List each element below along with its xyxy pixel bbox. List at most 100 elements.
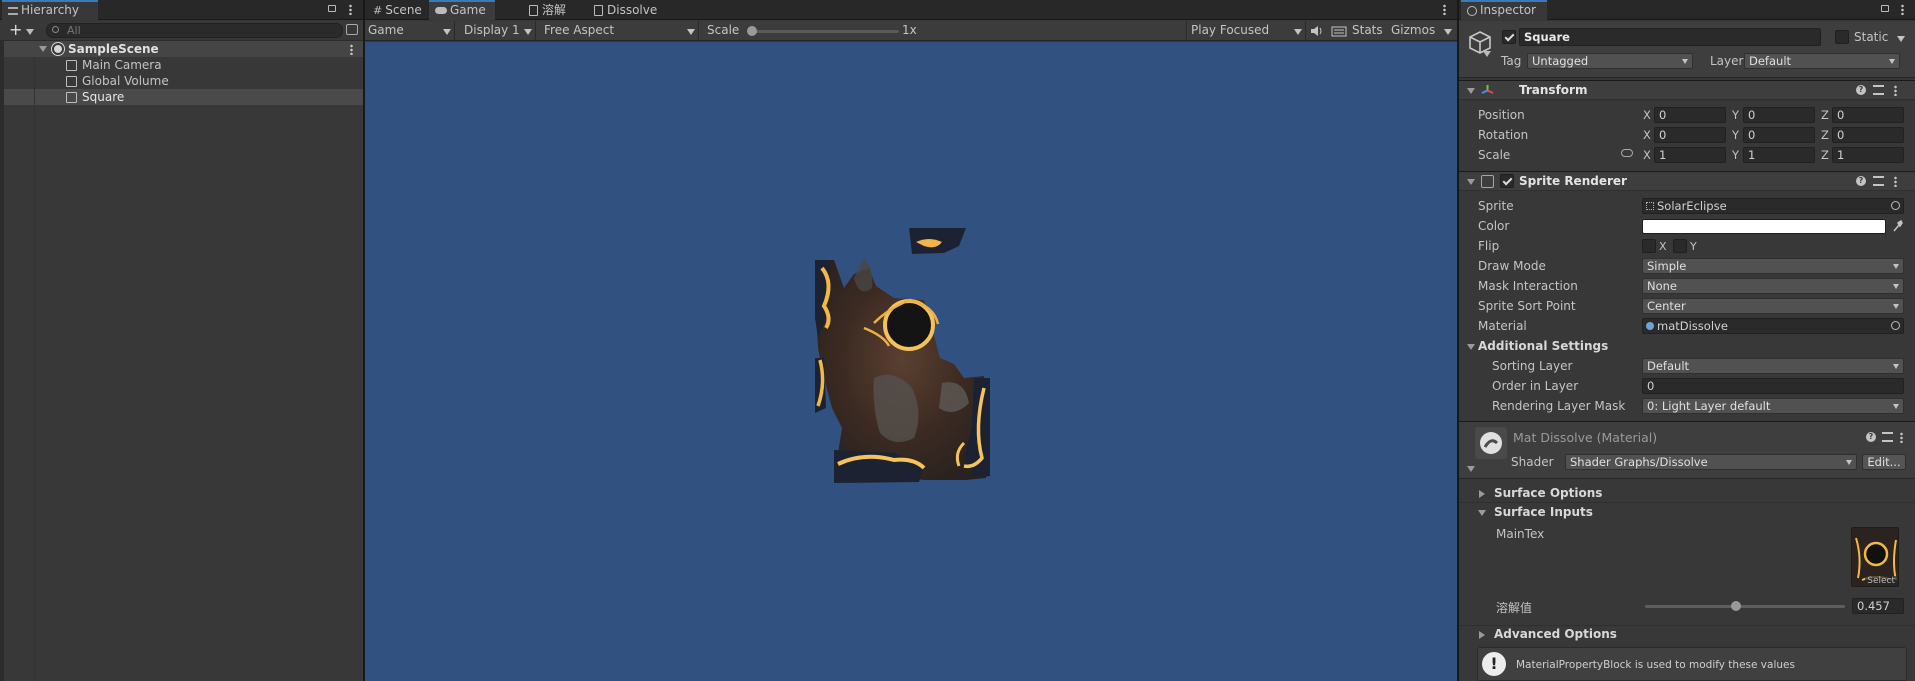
gamepad-icon bbox=[435, 7, 447, 14]
position-y-field[interactable]: 0 bbox=[1743, 107, 1815, 123]
view-mode-dropdown[interactable]: Game bbox=[365, 21, 455, 41]
advanced-options-header[interactable]: Advanced Options bbox=[1459, 625, 1915, 643]
foldout-icon[interactable] bbox=[1467, 179, 1475, 185]
sprite-renderer-icon bbox=[1481, 175, 1494, 188]
help-icon[interactable]: ? bbox=[1866, 432, 1876, 442]
scene-expand-icon[interactable] bbox=[39, 46, 47, 52]
tab-dissolve[interactable]: Dissolve bbox=[588, 0, 668, 20]
material-object-field[interactable]: matDissolve bbox=[1642, 318, 1904, 334]
preset-icon[interactable] bbox=[1873, 176, 1884, 186]
object-picker-icon[interactable] bbox=[1891, 201, 1900, 210]
more-icon[interactable] bbox=[349, 4, 352, 15]
stats-button[interactable]: Stats bbox=[1352, 23, 1383, 37]
rotation-y-field[interactable]: 0 bbox=[1743, 127, 1815, 143]
layer-dropdown[interactable]: Default bbox=[1744, 53, 1900, 69]
scene-more-icon[interactable] bbox=[350, 44, 353, 55]
eyedropper-icon[interactable] bbox=[1893, 219, 1903, 232]
object-name-field[interactable]: Square bbox=[1519, 28, 1821, 46]
constrain-proportions-icon[interactable] bbox=[1621, 149, 1633, 157]
rotation-z-field[interactable]: 0 bbox=[1832, 127, 1904, 143]
help-icon[interactable]: ? bbox=[1856, 176, 1866, 186]
component-more-icon[interactable] bbox=[1894, 85, 1897, 96]
rotation-x-field[interactable]: 0 bbox=[1654, 127, 1726, 143]
chevron-down-icon[interactable] bbox=[26, 29, 34, 35]
speaker-icon[interactable] bbox=[1307, 21, 1327, 41]
tab-game[interactable]: Game bbox=[429, 0, 495, 20]
preset-icon[interactable] bbox=[1873, 85, 1884, 95]
dissolve-slider-thumb[interactable] bbox=[1731, 601, 1742, 611]
scale-slider-thumb[interactable] bbox=[747, 26, 757, 36]
rendering-layer-mask-dropdown[interactable]: 0: Light Layer default bbox=[1642, 398, 1904, 414]
edit-shader-button[interactable]: Edit... bbox=[1862, 454, 1906, 470]
position-z-field[interactable]: 0 bbox=[1832, 107, 1904, 123]
tab-hierarchy[interactable]: Hierarchy bbox=[2, 0, 98, 20]
search-input[interactable]: All bbox=[46, 23, 343, 38]
dissolve-value-field[interactable]: 0.457 bbox=[1852, 598, 1904, 614]
sort-point-dropdown[interactable]: Center bbox=[1642, 298, 1904, 314]
surface-options-header[interactable]: Surface Options bbox=[1459, 485, 1915, 503]
dissolve-slider[interactable] bbox=[1645, 601, 1845, 611]
hierarchy-item-global-volume[interactable]: Global Volume bbox=[4, 73, 363, 89]
more-icon[interactable] bbox=[1443, 4, 1446, 15]
foldout-collapsed-icon[interactable] bbox=[1479, 490, 1485, 498]
transform-header[interactable]: Transform ? bbox=[1459, 80, 1915, 100]
mask-interaction-dropdown[interactable]: None bbox=[1642, 278, 1904, 294]
scene-row[interactable]: SampleScene bbox=[4, 41, 363, 57]
scale-x-field[interactable]: 1 bbox=[1654, 147, 1726, 163]
tag-dropdown[interactable]: Untagged bbox=[1527, 53, 1693, 69]
lock-icon[interactable] bbox=[328, 5, 336, 12]
component-more-icon[interactable] bbox=[1894, 176, 1897, 187]
hierarchy-item-square[interactable]: Square bbox=[4, 89, 363, 105]
gizmos-dropdown-icon[interactable] bbox=[1444, 29, 1452, 35]
scale-y-field[interactable]: 1 bbox=[1743, 147, 1815, 163]
color-swatch[interactable] bbox=[1642, 219, 1886, 234]
additional-settings-title[interactable]: Additional Settings bbox=[1478, 339, 1608, 353]
icon-dropdown-icon[interactable] bbox=[1483, 51, 1491, 57]
texture-select-label[interactable]: Select bbox=[1865, 576, 1897, 586]
scale-z-field[interactable]: 1 bbox=[1832, 147, 1904, 163]
flip-x-checkbox[interactable] bbox=[1642, 239, 1656, 253]
draw-mode-dropdown[interactable]: Simple bbox=[1642, 258, 1904, 274]
preset-icon[interactable] bbox=[1882, 432, 1893, 442]
aspect-dropdown[interactable]: Free Aspect bbox=[537, 21, 699, 41]
tab-hierarchy-label: Hierarchy bbox=[21, 3, 80, 17]
static-checkbox[interactable] bbox=[1835, 30, 1849, 44]
shader-dropdown[interactable]: Shader Graphs/Dissolve bbox=[1565, 454, 1857, 470]
foldout-icon[interactable] bbox=[1467, 88, 1475, 94]
game-viewport[interactable] bbox=[365, 42, 1457, 681]
sprite-renderer-enabled-checkbox[interactable] bbox=[1500, 174, 1514, 188]
hierarchy-item-main-camera[interactable]: Main Camera bbox=[4, 57, 363, 73]
display-dropdown[interactable]: Display 1 bbox=[456, 21, 536, 41]
object-picker-icon[interactable] bbox=[1891, 321, 1900, 330]
static-label: Static bbox=[1854, 30, 1889, 44]
help-icon[interactable]: ? bbox=[1856, 85, 1866, 95]
position-x-field[interactable]: 0 bbox=[1654, 107, 1726, 123]
maintex-thumbnail[interactable]: Select bbox=[1851, 527, 1899, 587]
flip-y-checkbox[interactable] bbox=[1673, 239, 1687, 253]
tab-dissolve-cn[interactable]: 溶解 bbox=[523, 0, 583, 20]
gizmos-button[interactable]: Gizmos bbox=[1391, 23, 1435, 37]
sorting-layer-dropdown[interactable]: Default bbox=[1642, 358, 1904, 374]
scale-slider[interactable] bbox=[747, 26, 899, 36]
foldout-expanded-icon[interactable] bbox=[1478, 510, 1486, 516]
more-icon[interactable] bbox=[1901, 4, 1904, 15]
axis-y-label: Y bbox=[1732, 108, 1740, 122]
hierarchy-item-label: Main Camera bbox=[82, 58, 162, 72]
scene-filter-icon[interactable] bbox=[346, 24, 358, 35]
additional-settings-foldout-icon[interactable] bbox=[1467, 344, 1475, 350]
static-dropdown-icon[interactable] bbox=[1897, 36, 1905, 42]
surface-inputs-header[interactable]: Surface Inputs bbox=[1459, 504, 1915, 522]
keyboard-icon[interactable] bbox=[1329, 21, 1349, 41]
sprite-object-field[interactable]: SolarEclipse bbox=[1642, 198, 1904, 214]
component-more-icon[interactable] bbox=[1900, 432, 1903, 443]
play-mode-dropdown[interactable]: Play Focused bbox=[1186, 21, 1306, 41]
order-in-layer-field[interactable]: 0 bbox=[1642, 378, 1904, 394]
material-foldout-icon[interactable] bbox=[1467, 466, 1475, 472]
lock-icon[interactable] bbox=[1881, 5, 1889, 12]
foldout-collapsed-icon[interactable] bbox=[1479, 631, 1485, 639]
sprite-renderer-header[interactable]: Sprite Renderer ? bbox=[1459, 171, 1915, 191]
add-icon[interactable]: + bbox=[9, 22, 22, 38]
tab-scene[interactable]: # Scene bbox=[367, 0, 427, 20]
active-checkbox[interactable] bbox=[1502, 30, 1516, 44]
tab-inspector[interactable]: Inspector bbox=[1461, 0, 1547, 20]
